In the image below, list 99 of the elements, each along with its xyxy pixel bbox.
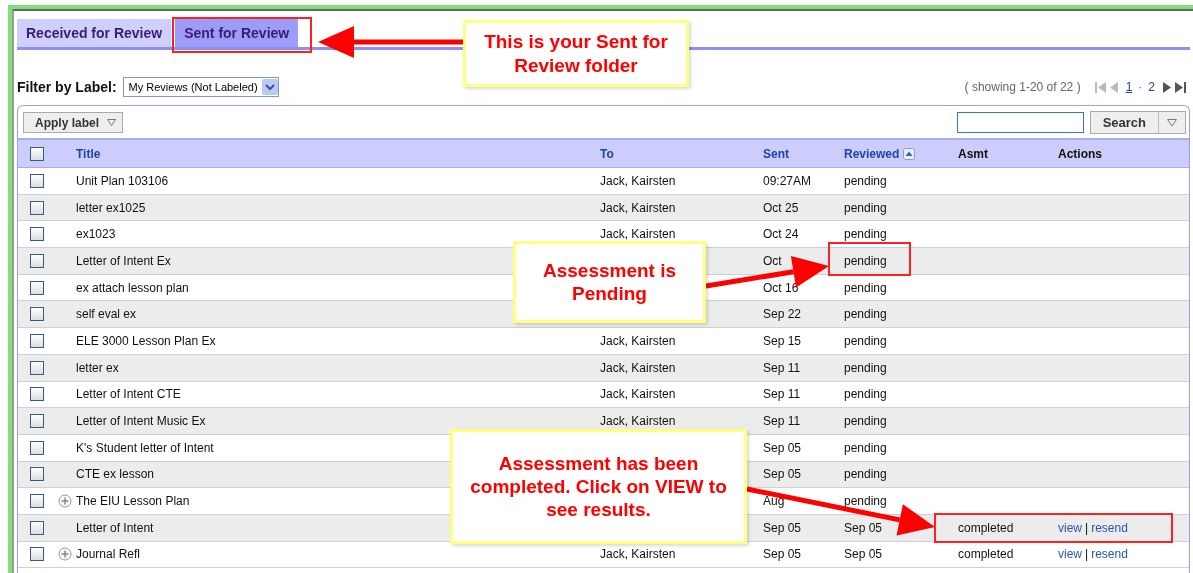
recipient-cell: Jack, Kairsten bbox=[600, 547, 676, 562]
callout-note: Assessment is Pending bbox=[513, 241, 706, 323]
review-status-cell: pending bbox=[844, 467, 887, 482]
recipient-cell: Jack, Kairsten bbox=[600, 360, 676, 375]
review-status-cell: pending bbox=[844, 200, 887, 215]
title-cell: Letter of Intent bbox=[76, 520, 154, 535]
review-status-cell: pending bbox=[844, 494, 887, 509]
sent-date-cell: Sep 05 bbox=[763, 547, 802, 562]
row-checkbox[interactable] bbox=[30, 253, 44, 268]
title-cell: CTE ex lesson bbox=[76, 467, 155, 482]
sent-date-cell: Sep 11 bbox=[763, 360, 801, 375]
recipient-cell: Jack, Kairsten bbox=[600, 333, 676, 348]
column-header[interactable]: To bbox=[600, 146, 614, 161]
action-link[interactable]: resend bbox=[1091, 547, 1128, 562]
review-status-cell: pending bbox=[844, 307, 887, 322]
title-cell: Journal Refl bbox=[76, 547, 141, 562]
row-checkbox[interactable] bbox=[30, 227, 44, 242]
page-separator: · bbox=[1138, 80, 1143, 94]
action-link[interactable]: resend bbox=[1091, 520, 1128, 535]
row-checkbox[interactable] bbox=[30, 200, 44, 215]
pagination-summary: ( showing 1-20 of 22 ) bbox=[964, 80, 1081, 94]
page-link[interactable]: 2 bbox=[1148, 80, 1155, 94]
title-cell: letter ex bbox=[76, 360, 119, 375]
label-dropdown[interactable]: My Reviews (Not Labeled) bbox=[122, 77, 279, 97]
callout-note: Assessment has been completed. Click on VIEW to see results. bbox=[450, 429, 747, 544]
apply-label-button[interactable]: Apply label bbox=[23, 112, 123, 133]
recipient-cell: Jack, Kairsten bbox=[600, 387, 676, 402]
review-status-cell: Sep 05 bbox=[844, 547, 883, 562]
last-page-icon[interactable] bbox=[1174, 81, 1186, 93]
title-cell: ex attach lesson plan bbox=[76, 280, 189, 295]
sent-date-cell: Sep 05 bbox=[763, 440, 802, 455]
sent-date-cell: Sep 22 bbox=[763, 307, 802, 322]
page-link[interactable]: 1 bbox=[1125, 80, 1133, 94]
column-header[interactable]: Title bbox=[76, 146, 101, 161]
row-checkbox[interactable] bbox=[30, 440, 44, 455]
tab[interactable]: Received for Review bbox=[17, 19, 172, 47]
select-all-checkbox[interactable] bbox=[30, 146, 44, 161]
review-status-cell: pending bbox=[844, 173, 887, 188]
row-checkbox[interactable] bbox=[30, 173, 44, 188]
caret-icon bbox=[107, 119, 116, 126]
search-field[interactable] bbox=[956, 112, 1084, 133]
row-checkbox[interactable] bbox=[30, 520, 44, 535]
title-cell: Letter of Intent CTE bbox=[76, 387, 181, 402]
next-page-icon[interactable] bbox=[1161, 81, 1173, 93]
row-checkbox[interactable] bbox=[30, 547, 44, 562]
sent-date-cell: Oct bbox=[763, 253, 782, 268]
caret-icon bbox=[1167, 118, 1177, 127]
recipient-cell: Jack, Kairsten bbox=[600, 173, 676, 188]
review-status-cell: pending bbox=[844, 227, 887, 242]
column-header[interactable]: Sent bbox=[763, 146, 789, 161]
recipient-cell: Jack, Kairsten bbox=[600, 414, 676, 429]
assessment-cell: completed bbox=[958, 547, 1014, 562]
action-link[interactable]: view bbox=[1058, 520, 1082, 535]
sent-date-cell: Oct 24 bbox=[763, 227, 799, 242]
row-checkbox[interactable] bbox=[30, 467, 44, 482]
action-link[interactable]: view bbox=[1058, 547, 1082, 562]
filter-label: Filter by Label: bbox=[17, 79, 117, 95]
column-header: Actions bbox=[1058, 146, 1102, 161]
title-cell: Unit Plan 103106 bbox=[76, 173, 169, 188]
tab[interactable]: Sent for Review bbox=[175, 19, 299, 47]
title-cell: letter ex1025 bbox=[76, 200, 146, 215]
row-checkbox[interactable] bbox=[30, 494, 44, 509]
sent-date-cell: Sep 05 bbox=[763, 467, 802, 482]
assessment-cell: completed bbox=[958, 520, 1014, 535]
row-checkbox[interactable] bbox=[30, 360, 44, 375]
row-checkbox[interactable] bbox=[30, 414, 44, 429]
review-status-cell: Sep 05 bbox=[844, 520, 883, 535]
callout-note: This is your Sent for Review folder bbox=[463, 20, 689, 87]
review-status-cell: pending bbox=[844, 440, 887, 455]
recipient-cell: Jack, Kairsten bbox=[600, 227, 676, 242]
sent-date-cell: Aug bbox=[763, 494, 785, 509]
title-cell: ex1023 bbox=[76, 227, 116, 242]
action-divider: | bbox=[1085, 547, 1089, 562]
column-header[interactable]: Reviewed bbox=[844, 146, 916, 161]
review-status-cell: pending bbox=[844, 360, 887, 375]
action-divider: | bbox=[1085, 520, 1089, 535]
row-checkbox[interactable] bbox=[30, 307, 44, 322]
review-status-cell: pending bbox=[844, 333, 887, 348]
column-header: Asmt bbox=[958, 146, 988, 161]
title-cell: Letter of Intent Ex bbox=[76, 253, 171, 268]
sent-date-cell: 09:27AM bbox=[763, 173, 812, 188]
sent-date-cell: Sep 11 bbox=[763, 414, 801, 429]
review-status-cell: pending bbox=[844, 387, 887, 402]
title-cell: self eval ex bbox=[76, 307, 137, 322]
review-status-cell: pending bbox=[844, 414, 887, 429]
sent-date-cell: Oct 25 bbox=[763, 200, 799, 215]
row-checkbox[interactable] bbox=[30, 387, 44, 402]
sent-date-cell: Sep 11 bbox=[763, 387, 801, 402]
recipient-cell: Jack, Kairsten bbox=[600, 200, 676, 215]
review-status-cell: pending bbox=[844, 253, 887, 268]
title-cell: ELE 3000 Lesson Plan Ex bbox=[76, 333, 216, 348]
row-checkbox[interactable] bbox=[30, 280, 44, 295]
sent-date-cell: Sep 05 bbox=[763, 520, 802, 535]
row-checkbox[interactable] bbox=[30, 333, 44, 348]
sent-date-cell: Sep 15 bbox=[763, 333, 802, 348]
title-cell: K's Student letter of Intent bbox=[76, 440, 214, 455]
review-status-cell: pending bbox=[844, 280, 887, 295]
title-cell: The EIU Lesson Plan bbox=[76, 494, 190, 509]
title-cell: Letter of Intent Music Ex bbox=[76, 414, 206, 429]
